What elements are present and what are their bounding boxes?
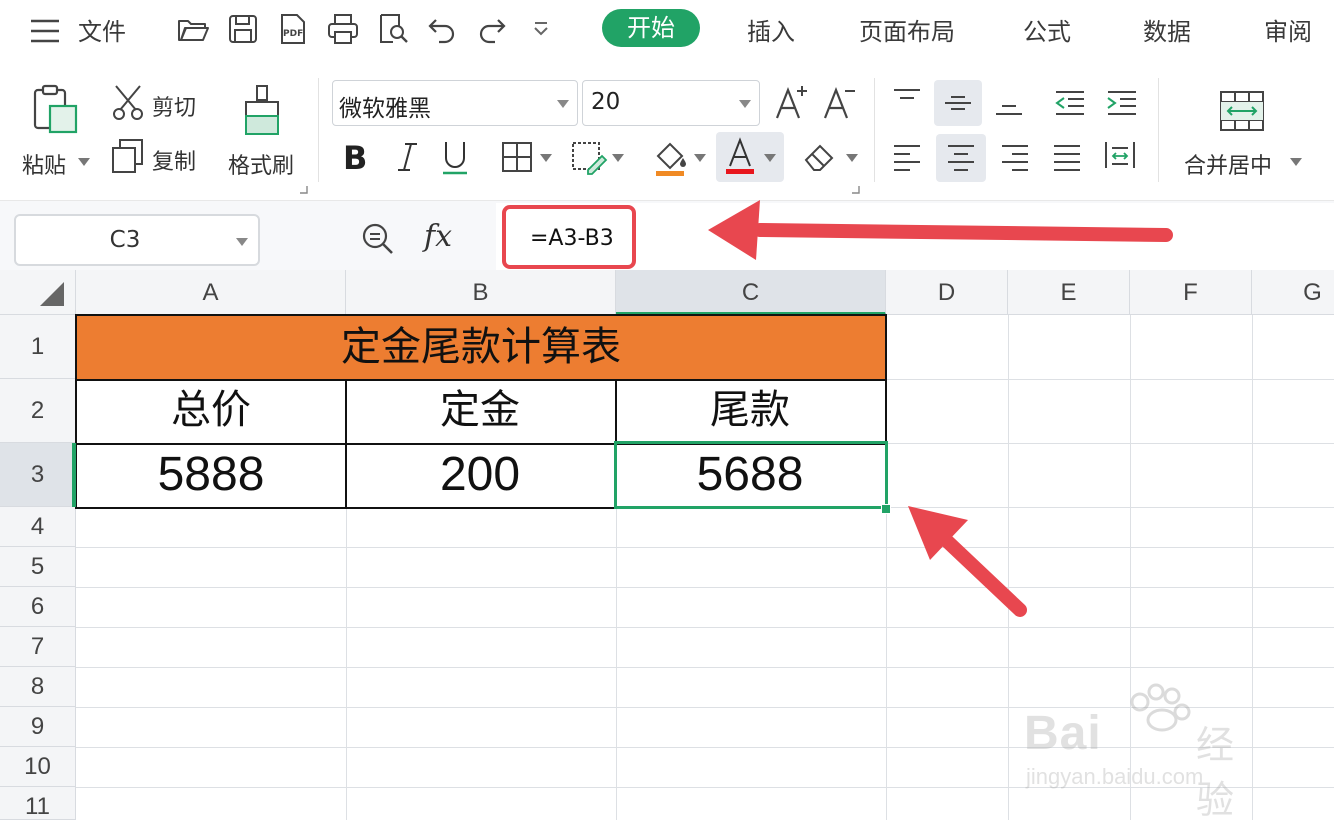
arrow-to-formula xyxy=(708,200,1173,260)
watermark-brand-suffix: 经验 xyxy=(1196,723,1235,820)
arrow-to-cell xyxy=(908,506,1027,617)
watermark-url: jingyan.baidu.com xyxy=(1026,764,1204,789)
watermark-brand: Bai xyxy=(1024,707,1102,760)
baidu-watermark: Bai 经验 jingyan.baidu.com xyxy=(1022,680,1262,820)
